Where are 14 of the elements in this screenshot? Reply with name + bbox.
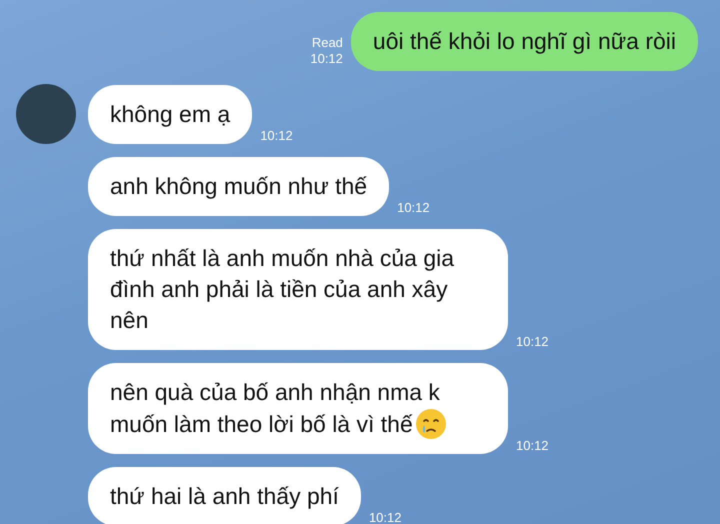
read-status: Read	[312, 35, 343, 51]
received-message: thứ nhất là anh muốn nhà của gia đình anh phải là tiền của anh xây nên	[88, 229, 508, 350]
message-time: 10:12	[368, 510, 402, 524]
message-time: 10:12	[516, 334, 549, 350]
received-message: nên quà của bố anh nhận nma k muốn làm theo lời bố là vì thế	[88, 363, 508, 454]
message-time: 10:12	[310, 51, 343, 67]
message-time: 10:12	[397, 200, 430, 216]
sent-message: uôi thế khỏi lo nghĩ gì nữa ròii	[350, 12, 698, 71]
received-message: không em ạ	[88, 85, 252, 144]
message-time: 10:12	[260, 128, 293, 144]
smiling-tear-face-icon	[414, 408, 447, 440]
message-time: 10:12	[516, 438, 549, 454]
received-message: anh không muốn như thế	[88, 157, 390, 216]
received-message: thứ hai là anh thấy phí	[88, 467, 361, 524]
